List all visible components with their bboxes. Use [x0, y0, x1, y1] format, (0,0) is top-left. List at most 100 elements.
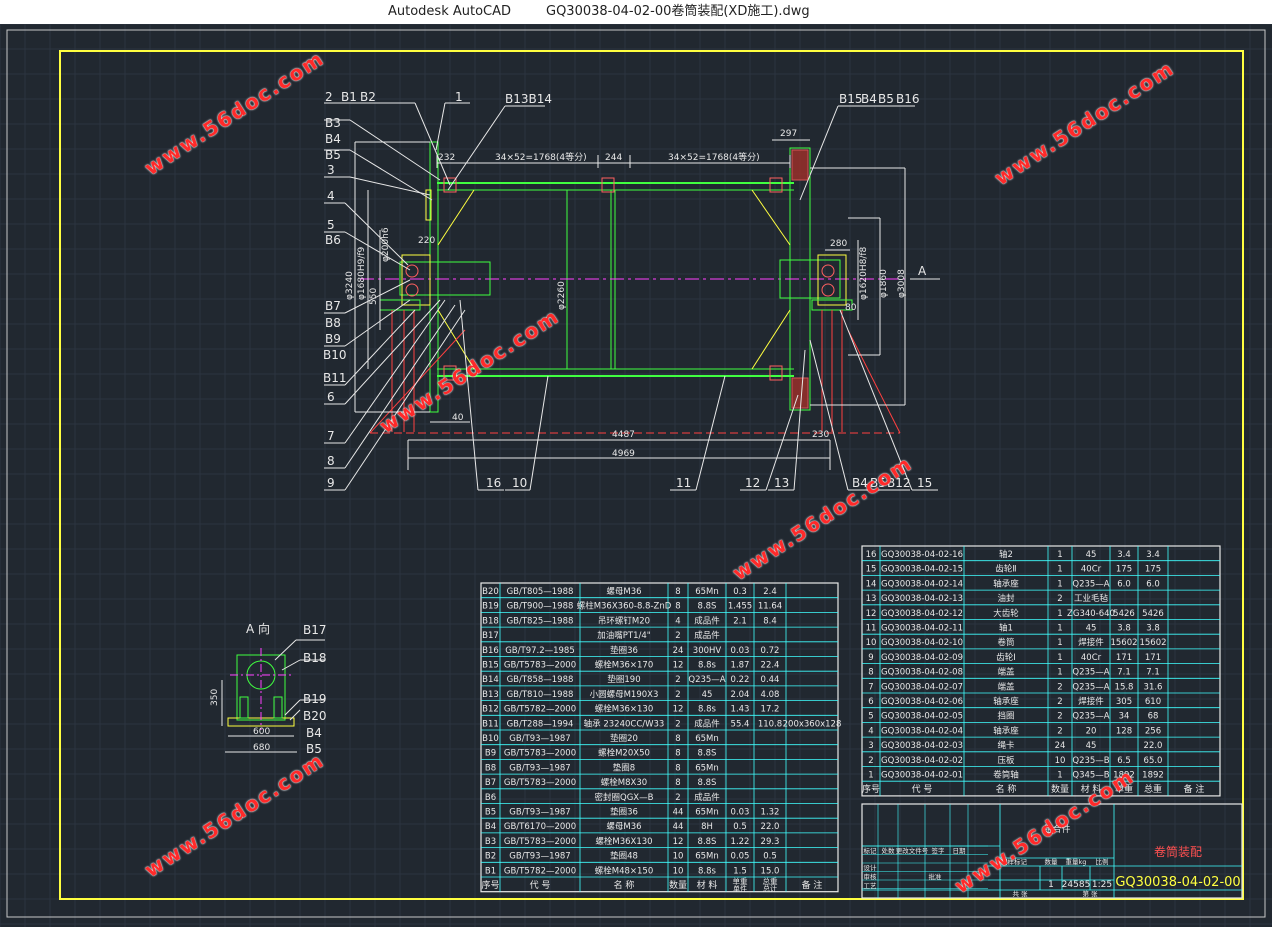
table-cell: 轴承 23240CC/W33: [584, 718, 665, 729]
table-cell: 端盖: [997, 667, 1015, 678]
table-cell: 大齿轮: [993, 608, 1019, 619]
table-cell: GB/T97.2—1985: [505, 646, 575, 656]
table-cell: 5426: [1113, 609, 1135, 619]
table-header: 总重: [1144, 783, 1162, 795]
table-cell: 171: [1116, 653, 1132, 663]
table-cell: 15: [866, 565, 877, 575]
table-cell: 24: [673, 646, 684, 656]
table-cell: 螺母M36: [606, 586, 641, 597]
table-cell: 垫圈48: [610, 851, 638, 862]
table-cell: 10: [1055, 756, 1066, 766]
table-cell: GB/T93—1987: [509, 808, 570, 818]
table-cell: GB/T825—1988: [507, 616, 574, 626]
table-cell: 3.8: [1117, 624, 1131, 634]
table-cell: 1892: [1142, 771, 1164, 781]
table-cell: 2: [1057, 726, 1062, 736]
callout-label: 16: [486, 476, 501, 490]
table-cell: 螺柱M36X360-8.8-ZnD: [577, 601, 672, 612]
table-cell: 2: [675, 690, 680, 700]
table-cell: GQ30038-04-02-03: [881, 741, 963, 751]
dim-text: 4969: [612, 449, 635, 459]
callout-label: B3: [325, 116, 341, 130]
table-cell: 256: [1145, 726, 1161, 736]
callout-label: B6: [325, 233, 341, 247]
table-cell: 1: [1057, 624, 1062, 634]
table-cell: 卷筒: [997, 637, 1014, 648]
callout-label: B9: [325, 332, 341, 346]
table-cell: 7: [868, 682, 873, 692]
table-cell: 12: [866, 609, 877, 619]
table-cell: GQ30038-04-02-04: [881, 726, 963, 736]
table-cell: 垫圈36: [610, 645, 638, 656]
inner-frame-border: [59, 50, 1244, 900]
table-cell: 7.1: [1146, 668, 1160, 678]
table-cell: 螺栓M36×170: [595, 660, 654, 671]
table-cell: 15.0: [761, 866, 780, 876]
dim-text: 40: [452, 413, 464, 423]
table-cell: GB/T5782—2000: [504, 705, 576, 715]
table-cell: 8.8S: [698, 749, 717, 759]
table-cell: GB/T858—1988: [507, 675, 574, 685]
table-cell: 2: [675, 675, 680, 685]
dim-text: φ200h6: [381, 227, 391, 262]
callout-label: 15: [917, 476, 932, 490]
table-cell: 65.0: [1144, 756, 1163, 766]
table-cell: 24: [1055, 741, 1066, 751]
callout-label: B2: [360, 90, 376, 104]
table-cell: 轴承座: [993, 725, 1019, 736]
title-block-label: 日期: [953, 847, 967, 855]
table-cell: B6: [485, 793, 496, 803]
table-cell: 44: [673, 808, 684, 818]
table-cell: GQ30038-04-02-13: [881, 594, 963, 604]
table-cell: 加油嘴PT1/4": [597, 630, 650, 641]
table-cell: 40Cr: [1081, 653, 1102, 663]
table-cell: GB/T5783—2000: [504, 661, 576, 671]
dim-text: 550: [369, 288, 379, 305]
table-cell: 16: [866, 550, 877, 560]
table-cell: 成品件: [694, 792, 720, 803]
table-cell: 0.5: [733, 822, 747, 832]
title-block-label: 处数: [882, 846, 896, 855]
table-cell: 2.1: [733, 616, 747, 626]
table-cell: B1: [485, 866, 496, 876]
table-cell: 1.32: [761, 808, 780, 818]
table-cell: 45: [1086, 741, 1097, 751]
dim-text: 230: [812, 430, 829, 440]
callout-label: B15: [839, 92, 863, 106]
table-cell: 螺栓M48×150: [595, 865, 654, 876]
dim-text: 600: [253, 727, 270, 737]
table-cell: GB/T5783—2000: [504, 778, 576, 788]
table-cell: 3.4: [1146, 550, 1160, 560]
callout-label: 2: [325, 90, 333, 104]
table-cell: 10: [866, 638, 877, 648]
table-header: 代 号: [912, 784, 933, 795]
callout-label: 3: [327, 163, 335, 177]
callout-label: 5: [327, 218, 335, 232]
app-name: Autodesk AutoCAD: [388, 4, 512, 19]
table-cell: 2: [1057, 697, 1062, 707]
table-cell: 17.2: [761, 705, 780, 715]
table-cell: 成品件: [694, 630, 720, 641]
dim-text: 297: [780, 129, 797, 139]
dim-text: φ1860: [879, 269, 889, 298]
table-cell: GQ30038-04-02-16: [881, 550, 963, 560]
table-cell: B16: [482, 646, 499, 656]
table-cell: 55.4: [731, 719, 750, 729]
table-cell: 8: [675, 778, 680, 788]
table-cell: 6: [868, 697, 873, 707]
table-cell: 焊接件: [1078, 696, 1104, 707]
table-cell: GB/T5782—2000: [504, 866, 576, 876]
table-cell: 22.0: [1144, 741, 1163, 751]
table-cell: Q235—A: [1072, 668, 1109, 678]
table-cell: 1.5: [733, 866, 747, 876]
table-cell: 12: [673, 661, 684, 671]
dim-text: 34×52=1768(4等分): [668, 151, 760, 163]
table-cell: 端盖: [997, 681, 1015, 692]
callout-label: B4: [325, 132, 341, 146]
table-cell: GB/T900—1988: [507, 602, 574, 612]
table-cell: 0.72: [761, 646, 780, 656]
table-cell: 4: [868, 726, 873, 736]
table-cell: 油封: [997, 593, 1015, 604]
table-cell: 1.22: [731, 837, 750, 847]
table-header: 序号: [481, 879, 499, 891]
